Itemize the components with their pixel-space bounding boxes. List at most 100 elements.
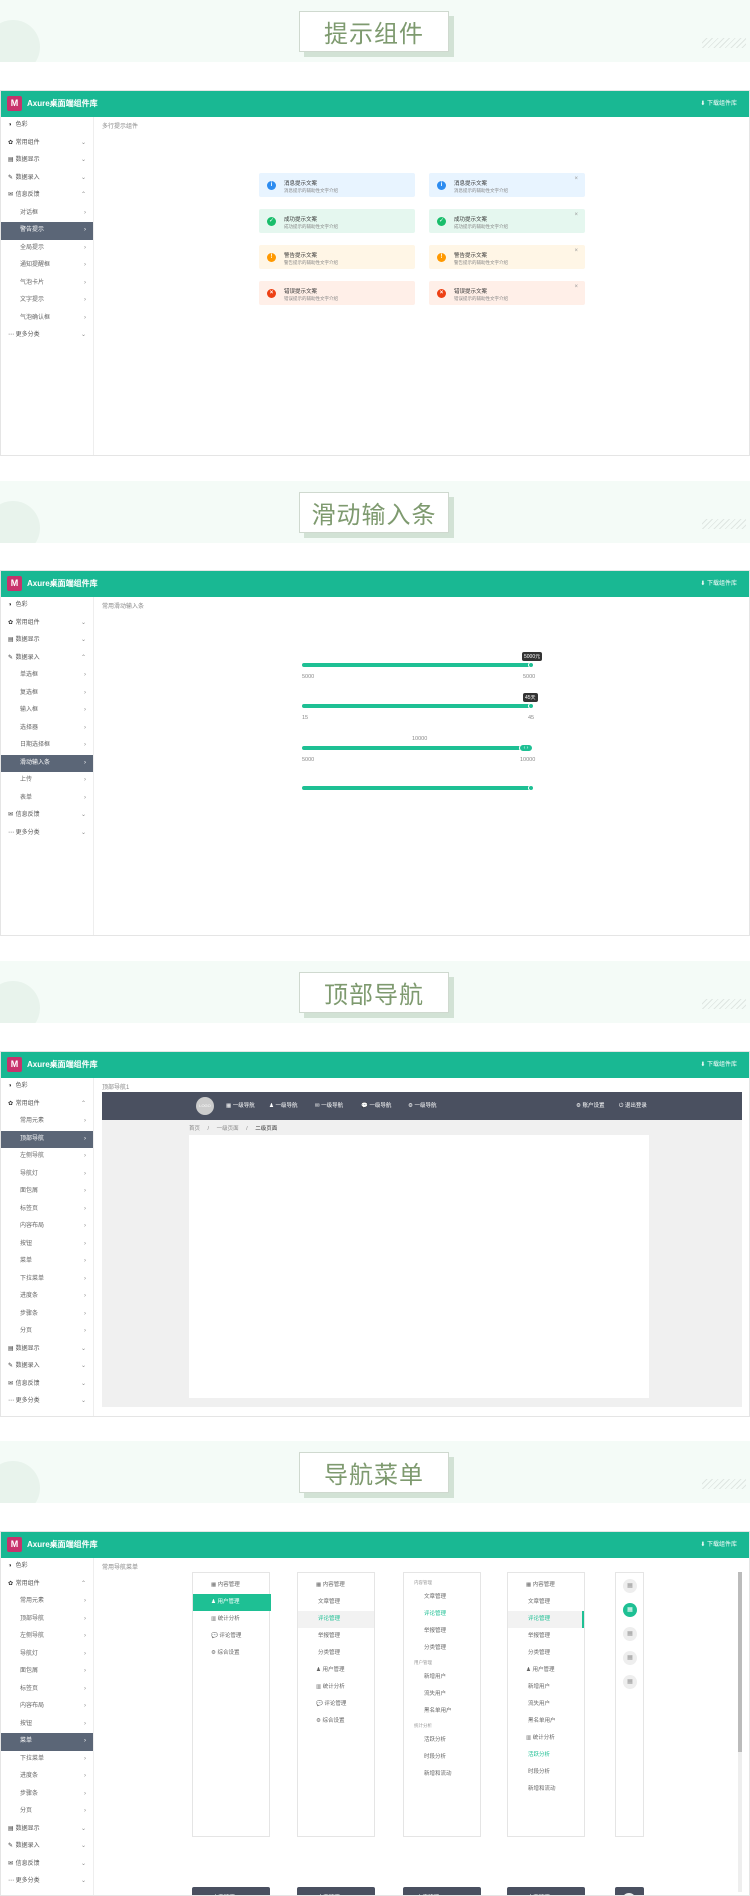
sidebar-item[interactable]: 滑动输入条 › [1, 754, 93, 772]
sidebar-item[interactable]: 分页 › [1, 1803, 93, 1821]
close-icon[interactable]: × [574, 248, 578, 254]
sidebar-item[interactable]: 气泡确认框 › [1, 310, 93, 328]
nav-menu-item[interactable]: 分类管理 [298, 1645, 374, 1662]
sidebar-item[interactable]: ◑ 色彩 [1, 117, 93, 135]
nav-menu-item[interactable]: ♟ 用户管理 [508, 1662, 584, 1679]
nav-item[interactable]: ▦ 一级导航 [226, 1092, 255, 1120]
sidebar-item[interactable]: 步骤条 › [1, 1306, 93, 1324]
sidebar-item[interactable]: ◑ 色彩 [1, 1078, 93, 1096]
nav-menu-item[interactable]: 分类管理 [508, 1645, 584, 1662]
nav-menu-item[interactable]: ▥ 统计分析 [508, 1730, 584, 1747]
sidebar-item[interactable]: 选择器 › [1, 720, 93, 738]
nav-menu-item[interactable]: 💬 评论管理 [193, 1628, 269, 1645]
sidebar-item[interactable]: ◑ 色彩 [1, 597, 93, 615]
nav-menu-item[interactable]: 新增和流动 [404, 1766, 480, 1783]
scrollbar[interactable] [738, 1572, 742, 1892]
nav-menu-item[interactable]: 黑名单用户 [508, 1713, 584, 1730]
nav-menu-item[interactable]: ⚙ 综合设置 [298, 1713, 374, 1730]
download-button[interactable]: ⬇ 下载组件库 [700, 571, 737, 597]
sidebar-item[interactable]: 输入框 › [1, 702, 93, 720]
sidebar-item[interactable]: 按钮 › [1, 1716, 93, 1734]
nav-menu-item[interactable]: 活跃分析 [508, 1747, 584, 1764]
sidebar-item[interactable]: 导航灯 › [1, 1166, 93, 1184]
nav-menu-item[interactable]: 文章管理 [508, 1594, 584, 1611]
sidebar-item[interactable]: 面包屑 › [1, 1663, 93, 1681]
sidebar-item[interactable]: 表单 › [1, 790, 93, 808]
nav-menu-item[interactable]: 时段分析 [404, 1749, 480, 1766]
slider-handle[interactable] [528, 703, 534, 709]
nav-menu-item[interactable]: 流失用户 [404, 1686, 480, 1703]
slider-track[interactable] [302, 704, 532, 708]
sidebar-item[interactable]: 进度条 › [1, 1288, 93, 1306]
user-icon[interactable]: ▦ [623, 1603, 637, 1617]
nav-menu-item[interactable]: 内容管理 [404, 1577, 480, 1589]
nav-menu-item[interactable]: 文章管理 [404, 1589, 480, 1606]
nav-menu-item[interactable]: 分类管理 [404, 1640, 480, 1657]
sidebar-item[interactable]: ✉ 信息反馈 ⌄ [1, 1376, 93, 1394]
comment-icon[interactable]: ▦ [623, 1651, 637, 1665]
sidebar-item[interactable]: 对话框 › [1, 205, 93, 223]
close-icon[interactable]: × [574, 176, 578, 182]
sidebar-item[interactable]: 内容布局 › [1, 1698, 93, 1716]
sidebar-item[interactable]: ⋯ 更多分类 ⌄ [1, 327, 93, 345]
sidebar-item[interactable]: ▤ 数据显示 ⌄ [1, 1821, 93, 1839]
sidebar-item[interactable]: 步骤条 › [1, 1786, 93, 1804]
sidebar-item[interactable]: ◑ 色彩 [1, 1558, 93, 1576]
sidebar-item[interactable]: ▤ 数据显示 ⌄ [1, 632, 93, 650]
nav-menu-item[interactable]: ▥ 统计分析 [298, 1679, 374, 1696]
content-icon[interactable]: ▦ [623, 1579, 637, 1593]
nav-menu-item[interactable]: 评论管理 [508, 1611, 584, 1628]
nav-menu-item[interactable]: 评论管理 [298, 1611, 374, 1628]
sidebar-item[interactable]: 通知提醒框 › [1, 257, 93, 275]
settings-icon[interactable]: ▦ [623, 1675, 637, 1689]
nav-menu-item[interactable]: ♟ 用户管理 [298, 1662, 374, 1679]
nav-menu-item[interactable]: 举报管理 [508, 1628, 584, 1645]
nav-menu-item[interactable]: 新增用户 [508, 1679, 584, 1696]
sidebar-item[interactable]: 分页 › [1, 1323, 93, 1341]
nav-menu-item[interactable]: 文章管理 [298, 1594, 374, 1611]
nav-item[interactable]: ✉ 一级导航 [315, 1092, 343, 1120]
sidebar-item[interactable]: ⋯ 更多分类 ⌄ [1, 825, 93, 843]
close-icon[interactable]: × [574, 212, 578, 218]
nav-item[interactable]: 💬 一级导航 [361, 1092, 391, 1120]
nav-menu-item[interactable]: ▦ 内容管理 [193, 1577, 269, 1594]
sidebar-item[interactable]: ✿ 常用组件 ⌄ [1, 615, 93, 633]
download-button[interactable]: ⬇ 下载组件库 [700, 1052, 737, 1078]
sidebar-item[interactable]: ⋯ 更多分类 ⌄ [1, 1393, 93, 1411]
sidebar-item[interactable]: ✿ 常用组件 ⌃ [1, 1576, 93, 1594]
sidebar-item[interactable]: ✎ 数据录入 ⌄ [1, 170, 93, 188]
sidebar-item[interactable]: 全局提示 › [1, 240, 93, 258]
sidebar-item[interactable]: ✿ 常用组件 ⌃ [1, 1096, 93, 1114]
sidebar-item[interactable]: 面包屑 › [1, 1183, 93, 1201]
nav-menu-item[interactable]: 用户管理 [404, 1657, 480, 1669]
nav-menu-item[interactable]: 新增用户 [404, 1669, 480, 1686]
nav-menu-item[interactable]: 统计分析 [404, 1720, 480, 1732]
nav-menu-item[interactable]: 新增和流动 [508, 1781, 584, 1798]
sidebar-item[interactable]: ⋯ 更多分类 ⌄ [1, 1873, 93, 1891]
sidebar-item[interactable]: 常用元素 › [1, 1593, 93, 1611]
nav-menu-item[interactable]: 黑名单用户 [404, 1703, 480, 1720]
close-icon[interactable]: × [574, 284, 578, 290]
sidebar-item[interactable]: 左侧导航 › [1, 1628, 93, 1646]
sidebar-item[interactable]: 复选框 › [1, 685, 93, 703]
sidebar-item[interactable]: 标签页 › [1, 1681, 93, 1699]
nav-menu-item[interactable]: 活跃分析 [404, 1732, 480, 1749]
nav-menu-item[interactable]: ▦ 内容管理 [508, 1577, 584, 1594]
nav-menu-item[interactable]: ⚙ 综合设置 [193, 1645, 269, 1662]
range-handle[interactable]: ‹ › [519, 744, 533, 752]
slider-track[interactable] [302, 663, 532, 667]
sidebar-item[interactable]: 文字提示 › [1, 292, 93, 310]
download-button[interactable]: ⬇ 下载组件库 [700, 91, 737, 117]
sidebar-item[interactable]: 按钮 › [1, 1236, 93, 1254]
sidebar-item[interactable]: 警告提示 › [1, 222, 93, 240]
breadcrumb-item[interactable]: 首页 [189, 1126, 200, 1132]
sidebar-item[interactable]: 顶部导航 › [1, 1130, 93, 1148]
nav-item[interactable]: ♟ 一级导航 [269, 1092, 297, 1120]
scrollbar-thumb[interactable] [738, 1572, 742, 1752]
chart-icon[interactable]: ▦ [623, 1627, 637, 1641]
sidebar-item[interactable]: ✉ 信息反馈 ⌄ [1, 1856, 93, 1874]
sidebar-item[interactable]: 菜单 › [1, 1253, 93, 1271]
nav-menu-item[interactable]: 举报管理 [404, 1623, 480, 1640]
sidebar-item[interactable]: 顶部导航 › [1, 1611, 93, 1629]
sidebar-item[interactable]: 常用元素 › [1, 1113, 93, 1131]
